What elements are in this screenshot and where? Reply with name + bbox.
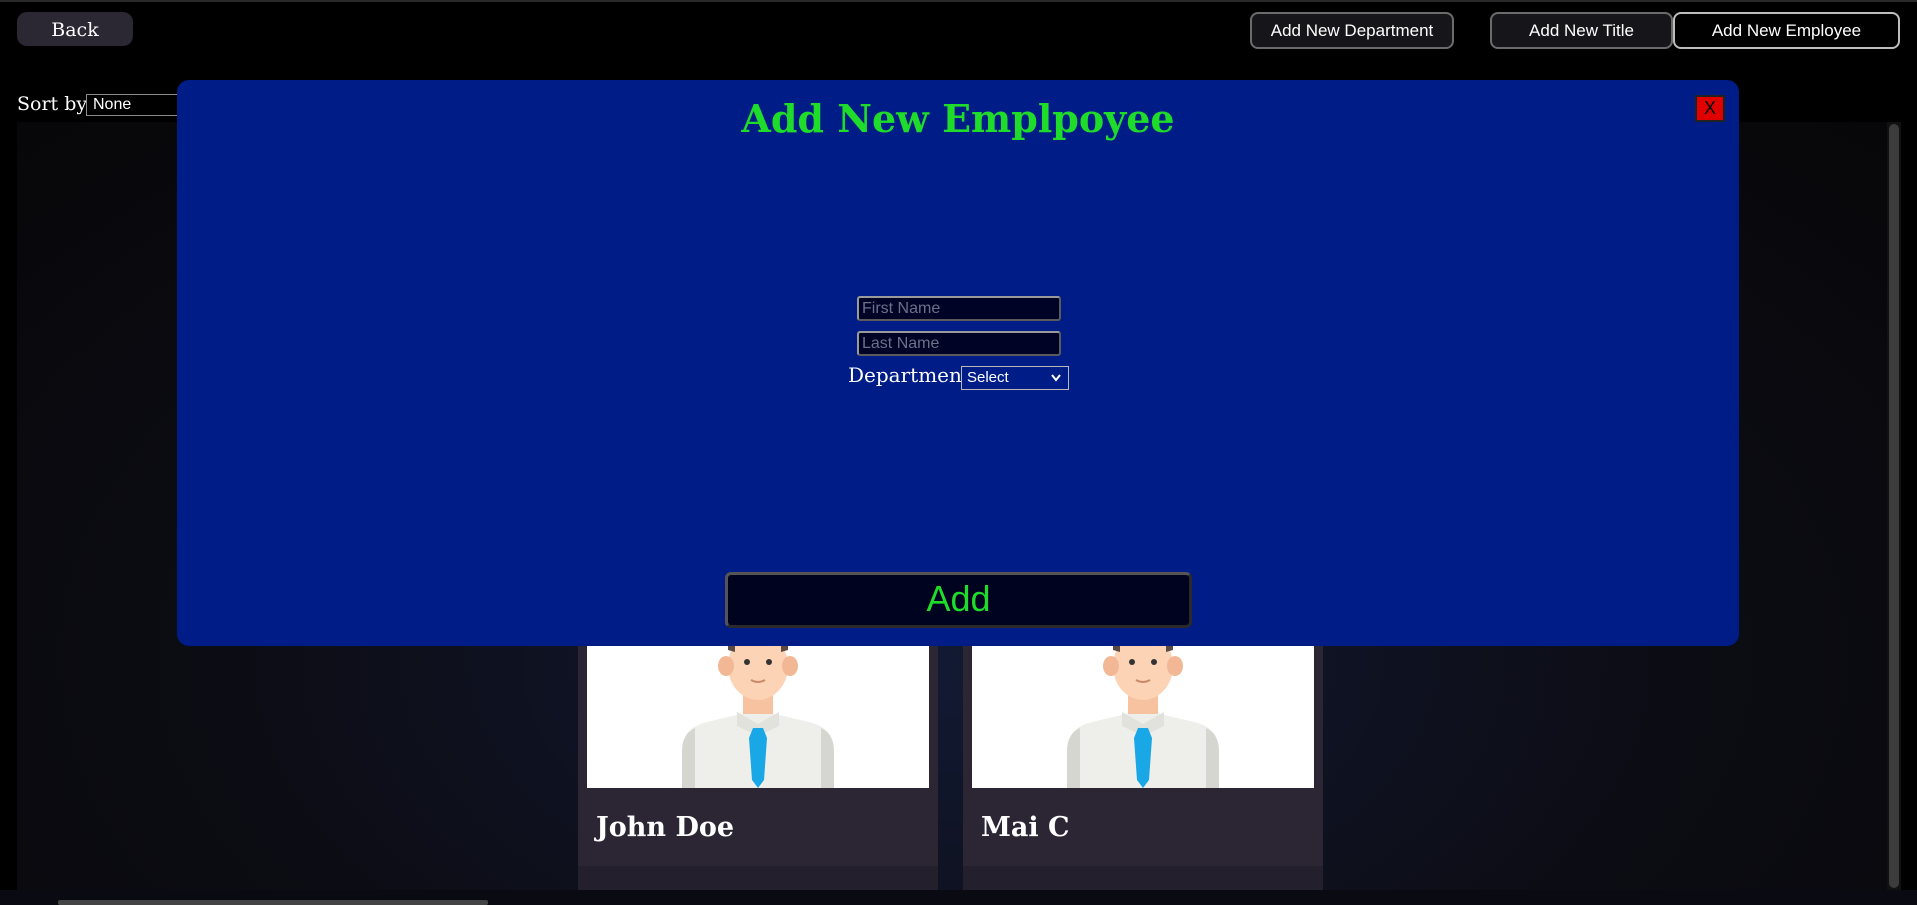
employee-card[interactable]: John Doe: [578, 640, 938, 890]
add-button[interactable]: Add: [725, 572, 1192, 628]
horizontal-scrollbar[interactable]: [58, 900, 488, 905]
first-name-input[interactable]: First Name: [857, 296, 1061, 321]
employee-card[interactable]: Mai C: [963, 640, 1323, 890]
sort-label: Sort by:: [17, 93, 94, 115]
employee-avatar-icon: [587, 640, 929, 788]
employee-name: Mai C: [981, 812, 1070, 843]
add-new-title-button[interactable]: Add New Title: [1490, 12, 1673, 49]
add-employee-modal: Add New Emplpoyee X First Name Last Name…: [177, 80, 1739, 646]
top-border: [0, 0, 1917, 2]
sort-select[interactable]: None: [86, 94, 186, 116]
back-button[interactable]: Back: [17, 12, 133, 46]
department-label: Department: [848, 363, 970, 387]
add-new-department-button[interactable]: Add New Department: [1250, 12, 1454, 49]
close-button[interactable]: X: [1695, 95, 1725, 122]
scrollbar-thumb[interactable]: [1889, 124, 1899, 888]
last-name-input[interactable]: Last Name: [857, 331, 1061, 356]
modal-title: Add New Emplpoyee: [741, 96, 1175, 141]
employee-avatar-icon: [972, 640, 1314, 788]
card-footer: [578, 866, 938, 890]
department-select[interactable]: Select: [961, 366, 1069, 390]
department-select-value: Select: [967, 369, 1009, 386]
employee-name: John Doe: [596, 812, 735, 843]
card-footer: [963, 866, 1323, 890]
chevron-down-icon: [1050, 367, 1062, 396]
add-new-employee-button[interactable]: Add New Employee: [1673, 12, 1900, 49]
